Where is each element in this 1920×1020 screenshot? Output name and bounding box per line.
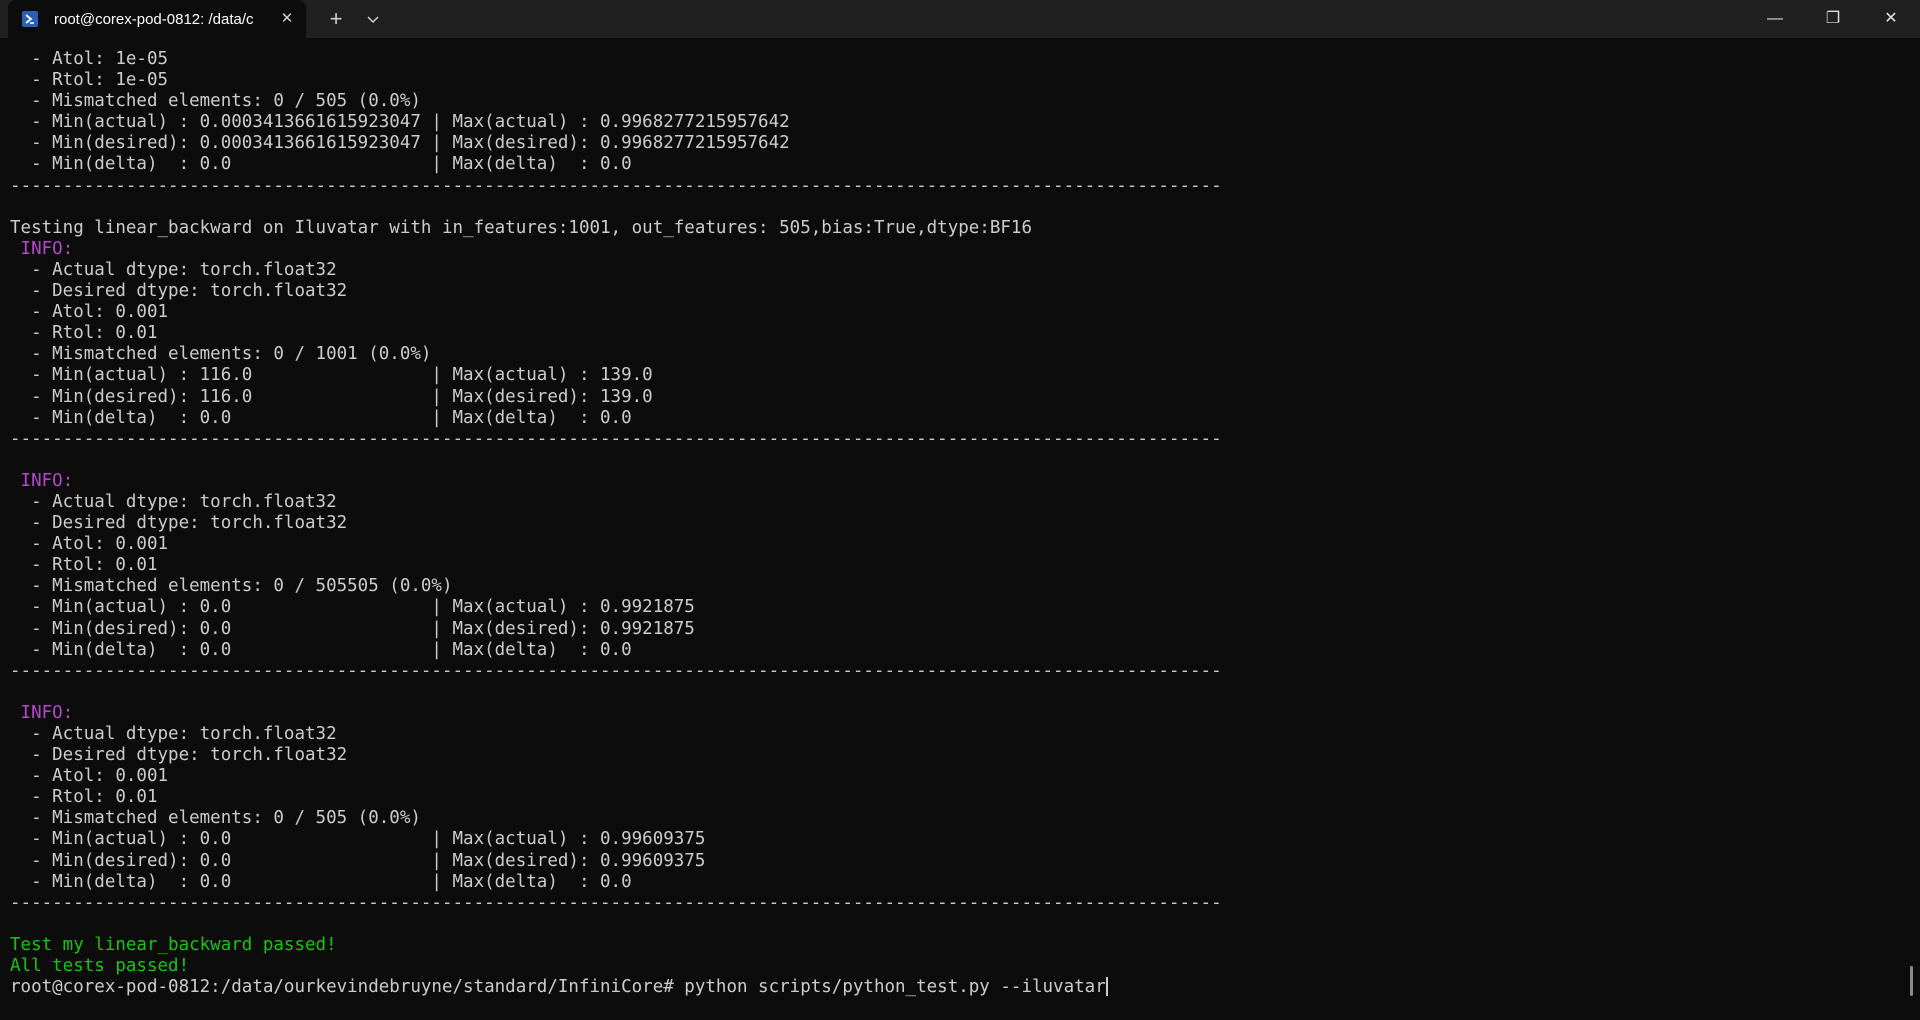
success-message: Test my linear_backward passed! [10,934,337,955]
terminal-line: - Mismatched elements: 0 / 505 (0.0%) [10,808,421,829]
minimize-button[interactable]: — [1746,0,1804,38]
shell-prompt: root@corex-pod-0812:/data/ourkevindebruy… [10,977,685,998]
new-tab-button[interactable]: + [320,5,352,33]
terminal-line: - Min(desired): 0.0003413661615923047 | … [10,133,790,154]
terminal-line: - Actual dtype: torch.float32 [10,491,337,512]
terminal-line: ----------------------------------------… [10,175,1222,196]
terminal-line: - Atol: 0.001 [10,766,169,787]
terminal-line: - Min(desired): 0.0 | Max(desired): 0.99… [10,850,706,871]
terminal-line: - Atol: 1e-05 [10,49,169,69]
info-label: INFO: [10,702,74,723]
terminal-line: - Desired dtype: torch.float32 [10,745,348,766]
terminal-line: - Min(actual) : 0.0 | Max(actual) : 0.99… [10,597,695,618]
terminal-line: - Min(delta) : 0.0 | Max(delta) : 0.0 [10,871,632,892]
restore-button[interactable]: ❐ [1804,0,1862,38]
terminal-line: - Actual dtype: torch.float32 [10,724,337,744]
title-bar: root@corex-pod-0812: /data/c ✕ + — ❐ ✕ [0,0,1920,38]
command-input[interactable]: python scripts/python_test.py --iluvatar [684,977,1105,997]
close-button[interactable]: ✕ [1862,0,1920,38]
terminal-line: - Atol: 0.001 [10,534,169,555]
terminal-line: - Rtol: 0.01 [10,787,158,808]
terminal-line: - Min(actual) : 116.0 | Max(actual) : 13… [10,365,653,386]
terminal-line: ----------------------------------------… [10,428,1222,449]
terminal-line: - Rtol: 1e-05 [10,70,169,91]
tab-title: root@corex-pod-0812: /data/c [54,11,254,28]
terminal-tab[interactable]: root@corex-pod-0812: /data/c ✕ [8,0,306,38]
terminal-line: - Actual dtype: torch.float32 [10,259,337,280]
prompt-line[interactable]: root@corex-pod-0812:/data/ourkevindebruy… [10,977,1900,998]
terminal-line: ----------------------------------------… [10,892,1222,913]
terminal-line: Testing linear_backward on Iluvatar with… [10,217,1032,238]
terminal-line: - Rtol: 0.01 [10,323,158,344]
terminal-line: - Min(desired): 0.0 | Max(desired): 0.99… [10,618,695,639]
text-cursor [1105,977,1108,997]
terminal-output[interactable]: - Atol: 1e-05 - Rtol: 1e-05 - Mismatched… [10,49,1900,1009]
success-message: All tests passed! [10,956,190,977]
terminal-line: - Desired dtype: torch.float32 [10,281,348,302]
chevron-down-icon[interactable] [357,5,389,33]
scrollbar[interactable] [1910,966,1913,996]
terminal-line: ----------------------------------------… [10,660,1222,681]
terminal-line: - Min(desired): 116.0 | Max(desired): 13… [10,386,653,407]
terminal-line: - Min(delta) : 0.0 | Max(delta) : 0.0 [10,407,632,428]
terminal-line: - Rtol: 0.01 [10,555,158,576]
terminal-line: - Mismatched elements: 0 / 1001 (0.0%) [10,344,432,365]
terminal-line: - Min(delta) : 0.0 | Max(delta) : 0.0 [10,154,632,175]
tab-close-icon[interactable]: ✕ [276,8,298,30]
terminal-line: - Mismatched elements: 0 / 505 (0.0%) [10,91,421,112]
terminal-line: - Min(actual) : 0.0003413661615923047 | … [10,112,790,133]
terminal-line: - Min(actual) : 0.0 | Max(actual) : 0.99… [10,829,706,850]
terminal-line: - Desired dtype: torch.float32 [10,513,348,534]
powershell-icon [22,11,38,27]
terminal-line: - Min(delta) : 0.0 | Max(delta) : 0.0 [10,639,632,660]
terminal-line: - Mismatched elements: 0 / 505505 (0.0%) [10,576,453,597]
terminal-line: - Atol: 0.001 [10,302,169,323]
info-label: INFO: [10,238,74,259]
info-label: INFO: [10,470,74,491]
